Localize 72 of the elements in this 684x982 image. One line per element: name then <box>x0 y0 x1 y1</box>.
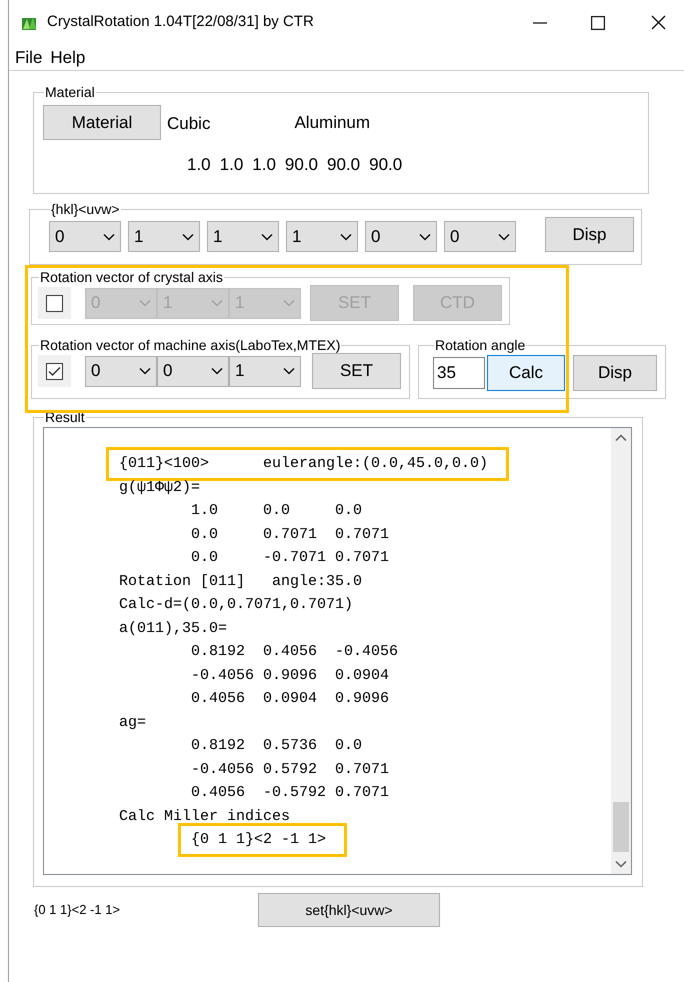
chevron-down-icon <box>340 232 352 240</box>
result-line: g(ψ1Φψ2)= <box>119 478 200 498</box>
dropdown[interactable]: 1 <box>128 221 200 252</box>
result-line: -0.4056 0.5792 0.7071 <box>191 760 390 780</box>
result-line: -0.4056 0.9096 0.0904 <box>191 666 390 686</box>
chevron-down-icon <box>139 367 151 375</box>
result-line: Calc Miller indices <box>119 806 290 826</box>
app-icon <box>21 14 37 30</box>
result-line: 0.0 0.7071 0.7071 <box>191 524 390 544</box>
result-line: {011}<100> eulerangle:(0.0,45.0,0.0) <box>119 455 488 472</box>
result-line: Rotation [011] angle:35.0 <box>119 572 362 592</box>
result-line: ag= <box>119 712 146 732</box>
lattice-parameter: 90.0 <box>284 154 318 176</box>
chevron-down-icon <box>261 232 273 240</box>
chevron-down-icon <box>211 367 223 375</box>
dropdown[interactable]: 0 <box>49 221 121 252</box>
checkbox[interactable] <box>46 362 63 380</box>
result-line: 0.8192 0.5736 0.0 <box>191 736 362 756</box>
window-title: CrystalRotation 1.04T[22/08/31] by CTR <box>47 12 314 32</box>
scroll-up-icon[interactable] <box>615 434 627 442</box>
chevron-down-icon <box>498 232 510 240</box>
close-icon[interactable] <box>651 15 666 30</box>
material-name: Aluminum <box>294 112 370 134</box>
group-label: Result <box>44 409 86 425</box>
chevron-down-icon <box>182 232 194 240</box>
chevron-down-icon <box>283 367 295 375</box>
menu-item[interactable]: Help <box>50 44 86 70</box>
button[interactable]: Material <box>43 105 161 140</box>
dropdown[interactable]: 0 <box>85 356 157 386</box>
checkmark-icon <box>48 366 61 376</box>
chevron-down-icon <box>419 232 431 240</box>
group-label: Rotation angle <box>434 337 526 353</box>
group-label: Rotation vector of crystal axis <box>39 269 224 285</box>
button[interactable]: SET <box>312 353 401 389</box>
lattice-parameter: 90.0 <box>369 154 402 176</box>
button[interactable]: Disp <box>545 217 634 252</box>
button[interactable]: Disp <box>573 355 657 391</box>
result-line: {0 1 1}<2 -1 1> <box>191 831 326 848</box>
chevron-down-icon <box>139 299 151 307</box>
group-label: {hkl}<uvw> <box>50 201 120 217</box>
dropdown[interactable]: 0 <box>157 356 229 386</box>
result-line: 0.4056 -0.5792 0.7071 <box>191 783 390 803</box>
crystal-system: Cubic <box>167 113 210 136</box>
lattice-parameter: 1.0 <box>252 154 276 176</box>
lattice-parameter: 90.0 <box>327 154 360 176</box>
button[interactable]: set{hkl}<uvw> <box>258 893 440 927</box>
result-line: 0.8192 0.4056 -0.4056 <box>191 642 398 662</box>
dropdown[interactable]: 0 <box>365 221 437 252</box>
button[interactable]: Calc <box>487 355 565 391</box>
result-line: 1.0 0.0 0.0 <box>191 501 362 521</box>
maximize-icon[interactable] <box>591 16 605 30</box>
scroll-down-icon[interactable] <box>615 860 627 868</box>
scrollbar[interactable] <box>611 428 631 874</box>
dropdown[interactable]: 1 <box>229 356 301 386</box>
scrollbar-thumb[interactable] <box>613 802 629 852</box>
result-indices: {0 1 1}<2 -1 1> <box>34 901 122 920</box>
chevron-down-icon <box>211 299 223 307</box>
dropdown[interactable]: 1 <box>286 221 358 252</box>
chevron-down-icon <box>103 232 115 240</box>
lattice-parameter: 1.0 <box>187 154 211 176</box>
group-label: Rotation vector of machine axis(LaboTex,MTEX) <box>39 337 342 353</box>
group-label: Material <box>44 84 96 100</box>
result-line: a(011),35.0= <box>119 618 228 638</box>
menu-item[interactable]: File <box>15 44 42 70</box>
angle-field[interactable]: 35 <box>433 357 485 389</box>
lattice-parameter: 1.0 <box>220 154 244 176</box>
chevron-down-icon <box>283 299 295 307</box>
dropdown[interactable]: 1 <box>207 221 279 252</box>
dropdown[interactable]: 0 <box>444 221 516 252</box>
result-line: 0.4056 0.0904 0.9096 <box>191 689 390 709</box>
result-line: 0.0 -0.7071 0.7071 <box>191 548 390 568</box>
result-line: Calc-d=(0.0,0.7071,0.7071) <box>119 595 354 615</box>
